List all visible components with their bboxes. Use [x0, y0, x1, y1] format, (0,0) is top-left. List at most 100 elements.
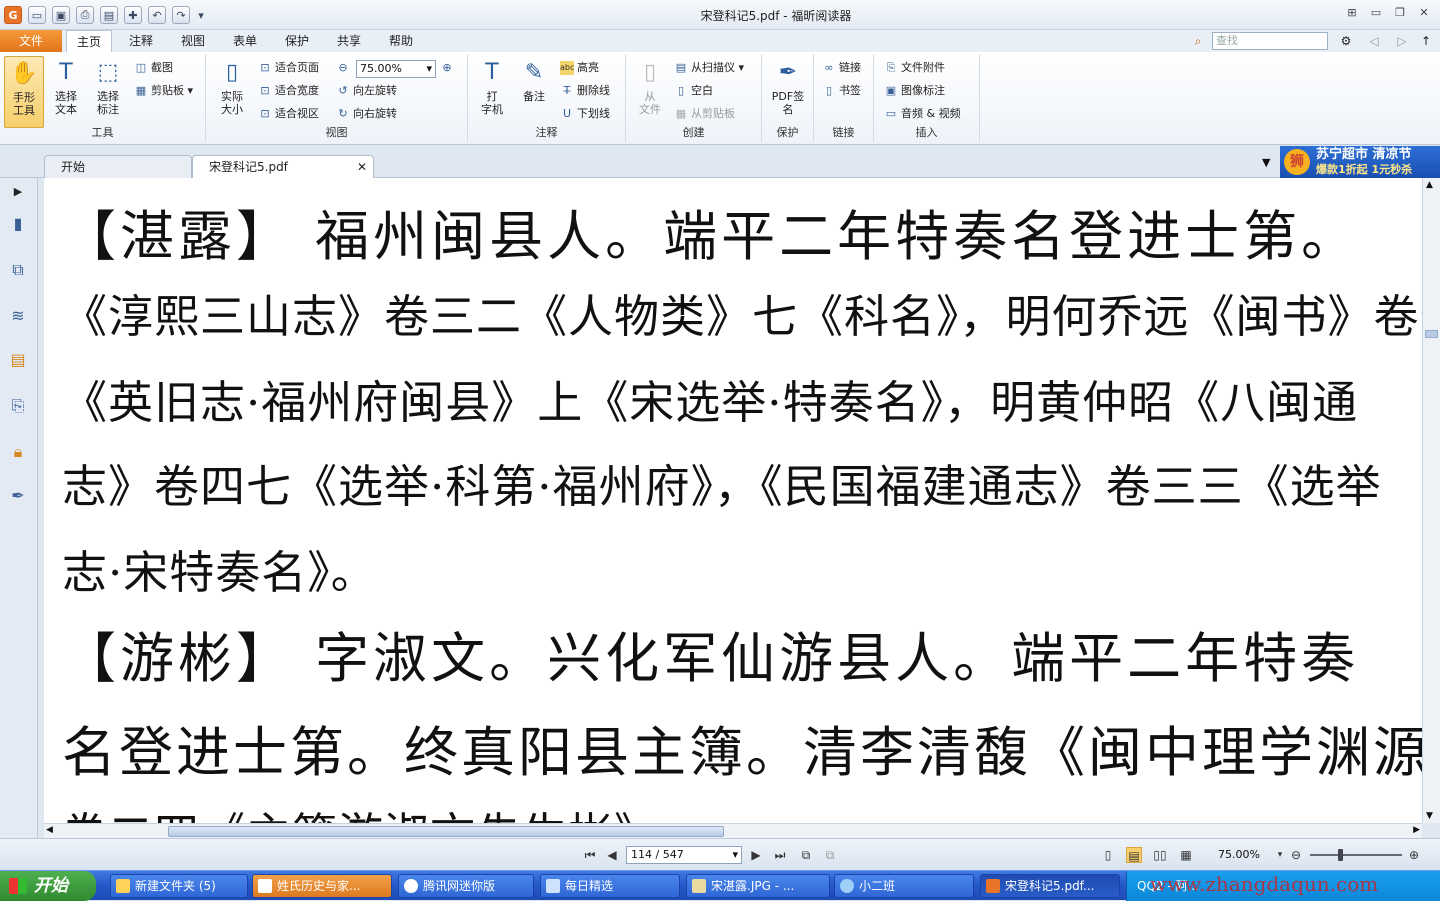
layout-icon[interactable]: ⊞ — [1342, 4, 1362, 20]
comments-panel-icon[interactable]: ▤ — [6, 348, 30, 372]
signatures-panel-icon[interactable]: ✒ — [6, 484, 30, 508]
close-icon[interactable]: ✕ — [1414, 4, 1434, 20]
clipboard-button[interactable]: ▦ 剪贴板 ▾ — [134, 82, 193, 100]
file-menu[interactable]: 文件 — [0, 30, 62, 52]
search-input[interactable]: 查找 — [1212, 32, 1328, 50]
minimize-ribbon-icon[interactable]: ▭ — [1366, 4, 1386, 20]
link-button[interactable]: ∞ 链接 — [822, 59, 861, 77]
typewriter-button[interactable]: T 打 字机 — [472, 56, 512, 128]
page-number-input[interactable]: 114 / 547 ▾ — [626, 846, 742, 864]
prev-page-icon[interactable]: ◀ — [604, 847, 620, 863]
from-file-button[interactable]: ▯ 从 文件 — [630, 56, 670, 128]
underline-button[interactable]: U 下划线 — [560, 105, 610, 123]
expand-icon[interactable]: ↑ — [1416, 30, 1436, 52]
tab-home[interactable]: 主页 — [66, 30, 112, 53]
continuous-facing-icon[interactable]: ▦ — [1178, 847, 1194, 863]
screenshot-button[interactable]: ◫ 截图 — [134, 59, 173, 77]
note-button[interactable]: ✎ 备注 — [514, 56, 554, 128]
task-surname-history[interactable]: 姓氏历史与家... — [252, 874, 392, 898]
zoom-out-button[interactable]: ⊖ — [336, 59, 353, 77]
prev-view-icon[interactable]: ⧉ — [798, 847, 814, 863]
first-page-icon[interactable]: ⏮ — [582, 847, 598, 863]
zoom-status-dropdown-icon[interactable]: ▾ — [1272, 847, 1288, 863]
hand-tool-button[interactable]: ✋ 手形 工具 — [4, 56, 44, 128]
pdf-sign-button[interactable]: ✒ PDF签 名 — [766, 56, 810, 128]
hand-icon: ✋ — [10, 61, 38, 86]
highlight-button[interactable]: abc 高亮 — [560, 59, 599, 77]
tab-start[interactable]: 开始 — [44, 155, 192, 178]
tab-comment[interactable]: 注释 — [118, 30, 164, 52]
scroll-left-icon[interactable]: ◀ — [46, 825, 53, 835]
pages-panel-icon[interactable]: ⧉ — [6, 258, 30, 282]
start-button[interactable]: 开始 — [0, 871, 96, 901]
zoom-combo[interactable]: 75.00% ▾ — [356, 60, 436, 78]
tab-list-dropdown-icon[interactable]: ▼ — [1262, 156, 1270, 169]
settings-gear-icon[interactable]: ⚙ — [1334, 30, 1358, 52]
vertical-scrollbar[interactable]: ▲ ▼ — [1422, 178, 1440, 823]
select-annotation-button[interactable]: ⬚ 选择 标注 — [88, 56, 128, 128]
restore-icon[interactable]: ❐ — [1390, 4, 1410, 20]
zoom-status[interactable]: 75.00% — [1218, 848, 1260, 861]
next-view-icon[interactable]: ⧉ — [822, 847, 838, 863]
tab-protect[interactable]: 保护 — [274, 30, 320, 52]
layers-panel-icon[interactable]: ≋ — [6, 304, 30, 328]
actual-size-label: 实际 大小 — [221, 90, 243, 116]
horizontal-scrollbar[interactable]: ◀ ▶ — [44, 823, 1422, 838]
zoom-slider-knob[interactable] — [1338, 849, 1343, 861]
tab-form[interactable]: 表单 — [222, 30, 268, 52]
task-class[interactable]: 小二班 — [834, 874, 974, 898]
strikeout-button[interactable]: T̶ 删除线 — [560, 82, 610, 100]
find-icon[interactable]: ⌕ — [1188, 30, 1208, 52]
tab-view[interactable]: 视图 — [170, 30, 216, 52]
expand-panel-icon[interactable]: ▶ — [6, 180, 30, 204]
single-page-icon[interactable]: ▯ — [1100, 847, 1116, 863]
bookmarks-panel-icon[interactable]: ▮ — [6, 212, 30, 236]
from-scanner-button[interactable]: ▤ 从扫描仪 ▾ — [674, 59, 744, 77]
task-folder[interactable]: 新建文件夹 (5) — [110, 874, 248, 898]
next-page-icon[interactable]: ▶ — [748, 847, 764, 863]
security-lock-icon[interactable]: 🔒︎ — [6, 440, 30, 464]
zoom-plus-icon[interactable]: ⊕ — [1406, 847, 1422, 863]
scroll-right-icon[interactable]: ▶ — [1413, 825, 1420, 835]
close-tab-icon[interactable]: ✕ — [357, 156, 367, 178]
tab-share[interactable]: 共享 — [326, 30, 372, 52]
last-page-icon[interactable]: ⏭ — [772, 847, 788, 863]
fit-width-button[interactable]: ⊡ 适合宽度 — [258, 82, 319, 100]
zoom-slider-track[interactable] — [1310, 854, 1402, 856]
zoom-minus-icon[interactable]: ⊖ — [1288, 847, 1304, 863]
zoom-dropdown-icon[interactable]: ▾ — [426, 61, 432, 77]
audio-video-button[interactable]: ▭ 音频 & 视频 — [884, 105, 961, 123]
select-text-button[interactable]: T 选择 文本 — [46, 56, 86, 128]
task-pdf-reader[interactable]: 宋登科记5.pdf... — [980, 874, 1120, 898]
from-file-label: 从 文件 — [639, 90, 661, 116]
next-result-icon[interactable]: ▷ — [1392, 30, 1412, 52]
actual-size-button[interactable]: ▯ 实际 大小 — [212, 56, 252, 128]
task-image[interactable]: 宋湛露.JPG - ... — [686, 874, 830, 898]
image-annot-button[interactable]: ▣ 图像标注 — [884, 82, 945, 100]
tab-document[interactable]: 宋登科记5.pdf ✕ — [192, 155, 374, 178]
clipboard-label: 剪贴板 — [151, 84, 184, 97]
facing-page-icon[interactable]: ▯▯ — [1152, 847, 1168, 863]
blank-button[interactable]: ▯ 空白 — [674, 82, 713, 100]
task-tencent[interactable]: 腾讯网迷你版 — [398, 874, 534, 898]
rotate-left-button[interactable]: ↺ 向左旋转 — [336, 82, 397, 100]
strikeout-label: 删除线 — [577, 84, 610, 97]
prev-result-icon[interactable]: ◁ — [1364, 30, 1384, 52]
from-clipboard-button[interactable]: ▦ 从剪贴板 — [674, 105, 735, 123]
scroll-down-icon[interactable]: ▼ — [1426, 811, 1433, 821]
tab-help[interactable]: 帮助 — [378, 30, 424, 52]
rotate-right-button[interactable]: ↻ 向右旋转 — [336, 105, 397, 123]
zoom-in-button[interactable]: ⊕ — [440, 59, 457, 77]
fit-visible-button[interactable]: ⊡ 适合视区 — [258, 105, 319, 123]
attachment-button[interactable]: ⎘ 文件附件 — [884, 59, 945, 77]
fit-page-button[interactable]: ⊡ 适合页面 — [258, 59, 319, 77]
attachments-panel-icon[interactable]: ⎘ — [6, 394, 30, 418]
ad-banner[interactable]: 狮 苏宁超市 清凉节 爆款1折起 1元秒杀 — [1280, 146, 1440, 178]
continuous-page-icon[interactable]: ▤ — [1126, 847, 1142, 863]
task-daily[interactable]: 每日精选 — [540, 874, 680, 898]
bookmark-button[interactable]: ▯ 书签 — [822, 82, 861, 100]
horizontal-scroll-thumb[interactable] — [168, 826, 724, 837]
scroll-up-icon[interactable]: ▲ — [1426, 180, 1433, 190]
vertical-scroll-thumb[interactable] — [1425, 330, 1438, 338]
page-dropdown-icon[interactable]: ▾ — [732, 847, 738, 863]
